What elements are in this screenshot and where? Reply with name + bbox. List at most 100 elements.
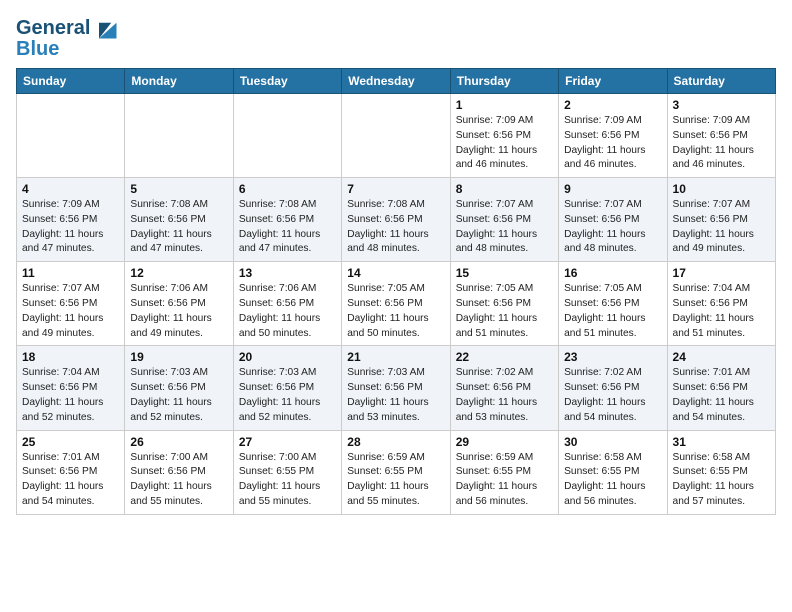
day-info: Sunrise: 7:09 AM Sunset: 6:56 PM Dayligh… [456,114,553,173]
calendar-cell: 10 Sunrise: 7:07 AM Sunset: 6:56 PM Dayli… [667,178,775,262]
day-info: Sunrise: 7:08 AM Sunset: 6:56 PM Dayligh… [239,198,336,257]
page: General Blue SundayMondayTuesdayWednesda… [0,0,792,612]
logo-icon [92,14,120,42]
day-number: 31 [673,435,770,449]
calendar-cell: 9 Sunrise: 7:07 AM Sunset: 6:56 PM Daylig… [559,178,667,262]
calendar-cell: 14 Sunrise: 7:05 AM Sunset: 6:56 PM Dayli… [342,262,450,346]
day-info: Sunrise: 7:07 AM Sunset: 6:56 PM Dayligh… [456,198,553,257]
day-info: Sunrise: 7:00 AM Sunset: 6:55 PM Dayligh… [239,451,336,510]
day-number: 8 [456,182,553,196]
day-number: 11 [22,266,119,280]
day-number: 26 [130,435,227,449]
day-number: 1 [456,98,553,112]
logo-text: General [16,17,90,39]
calendar-cell: 15Sunrise: 7:05 AM Sunset: 6:56 PM Dayli… [450,262,558,346]
day-info: Sunrise: 7:05 AM Sunset: 6:56 PM Dayligh… [347,282,444,341]
day-number: 21 [347,350,444,364]
calendar-cell: 3 Sunrise: 7:09 AM Sunset: 6:56 PM Daylig… [667,94,775,178]
calendar-cell: 21 Sunrise: 7:03 AM Sunset: 6:56 PM Dayli… [342,346,450,430]
day-info: Sunrise: 7:06 AM Sunset: 6:56 PM Dayligh… [130,282,227,341]
day-number: 25 [22,435,119,449]
calendar-cell: 27 Sunrise: 7:00 AM Sunset: 6:55 PM Dayli… [233,430,341,514]
logo: General Blue [16,14,120,60]
day-info: Sunrise: 7:02 AM Sunset: 6:56 PM Dayligh… [456,366,553,425]
day-info: Sunrise: 7:03 AM Sunset: 6:56 PM Dayligh… [347,366,444,425]
calendar-cell: 5Sunrise: 7:08 AM Sunset: 6:56 PM Daylig… [125,178,233,262]
calendar-cell: 24 Sunrise: 7:01 AM Sunset: 6:56 PM Dayli… [667,346,775,430]
day-info: Sunrise: 7:03 AM Sunset: 6:56 PM Dayligh… [239,366,336,425]
day-info: Sunrise: 7:07 AM Sunset: 6:56 PM Dayligh… [564,198,661,257]
weekday-thursday: Thursday [450,69,558,94]
day-info: Sunrise: 7:04 AM Sunset: 6:56 PM Dayligh… [673,282,770,341]
weekday-saturday: Saturday [667,69,775,94]
day-number: 16 [564,266,661,280]
day-number: 14 [347,266,444,280]
weekday-wednesday: Wednesday [342,69,450,94]
day-info: Sunrise: 7:03 AM Sunset: 6:56 PM Dayligh… [130,366,227,425]
weekday-sunday: Sunday [17,69,125,94]
calendar-cell: 26 Sunrise: 7:00 AM Sunset: 6:56 PM Dayli… [125,430,233,514]
day-info: Sunrise: 7:08 AM Sunset: 6:56 PM Dayligh… [347,198,444,257]
calendar-cell: 30Sunrise: 6:58 AM Sunset: 6:55 PM Dayli… [559,430,667,514]
day-number: 18 [22,350,119,364]
calendar-cell: 4 Sunrise: 7:09 AM Sunset: 6:56 PM Daylig… [17,178,125,262]
day-number: 27 [239,435,336,449]
weekday-tuesday: Tuesday [233,69,341,94]
day-info: Sunrise: 6:58 AM Sunset: 6:55 PM Dayligh… [673,451,770,510]
day-number: 20 [239,350,336,364]
day-info: Sunrise: 6:59 AM Sunset: 6:55 PM Dayligh… [347,451,444,510]
weekday-header-row: SundayMondayTuesdayWednesdayThursdayFrid… [17,69,776,94]
day-info: Sunrise: 7:01 AM Sunset: 6:56 PM Dayligh… [22,451,119,510]
header: General Blue [16,10,776,60]
day-number: 3 [673,98,770,112]
day-number: 24 [673,350,770,364]
day-info: Sunrise: 7:09 AM Sunset: 6:56 PM Dayligh… [673,114,770,173]
day-info: Sunrise: 7:09 AM Sunset: 6:56 PM Dayligh… [22,198,119,257]
day-number: 23 [564,350,661,364]
day-info: Sunrise: 7:01 AM Sunset: 6:56 PM Dayligh… [673,366,770,425]
day-number: 13 [239,266,336,280]
day-info: Sunrise: 7:07 AM Sunset: 6:56 PM Dayligh… [673,198,770,257]
week-row-4: 18 Sunrise: 7:04 AM Sunset: 6:56 PM Dayli… [17,346,776,430]
week-row-5: 25 Sunrise: 7:01 AM Sunset: 6:56 PM Dayli… [17,430,776,514]
calendar-cell: 11 Sunrise: 7:07 AM Sunset: 6:56 PM Dayli… [17,262,125,346]
calendar-cell: 31 Sunrise: 6:58 AM Sunset: 6:55 PM Dayli… [667,430,775,514]
day-number: 28 [347,435,444,449]
day-number: 6 [239,182,336,196]
day-number: 5 [130,182,227,196]
calendar-cell: 28 Sunrise: 6:59 AM Sunset: 6:55 PM Dayli… [342,430,450,514]
day-number: 22 [456,350,553,364]
day-info: Sunrise: 7:05 AM Sunset: 6:56 PM Dayligh… [564,282,661,341]
calendar-cell: 25 Sunrise: 7:01 AM Sunset: 6:56 PM Dayli… [17,430,125,514]
calendar-cell: 2 Sunrise: 7:09 AM Sunset: 6:56 PM Daylig… [559,94,667,178]
week-row-3: 11 Sunrise: 7:07 AM Sunset: 6:56 PM Dayli… [17,262,776,346]
day-info: Sunrise: 7:09 AM Sunset: 6:56 PM Dayligh… [564,114,661,173]
day-number: 4 [22,182,119,196]
calendar-cell: 13 Sunrise: 7:06 AM Sunset: 6:56 PM Dayli… [233,262,341,346]
day-info: Sunrise: 7:00 AM Sunset: 6:56 PM Dayligh… [130,451,227,510]
calendar-table: SundayMondayTuesdayWednesdayThursdayFrid… [16,68,776,515]
day-info: Sunrise: 6:59 AM Sunset: 6:55 PM Dayligh… [456,451,553,510]
day-info: Sunrise: 7:04 AM Sunset: 6:56 PM Dayligh… [22,366,119,425]
day-number: 2 [564,98,661,112]
calendar-cell: 18 Sunrise: 7:04 AM Sunset: 6:56 PM Dayli… [17,346,125,430]
calendar-cell: 12 Sunrise: 7:06 AM Sunset: 6:56 PM Dayli… [125,262,233,346]
calendar-cell [342,94,450,178]
calendar-cell [233,94,341,178]
calendar-cell: 8 Sunrise: 7:07 AM Sunset: 6:56 PM Daylig… [450,178,558,262]
day-number: 12 [130,266,227,280]
day-number: 10 [673,182,770,196]
calendar-cell [125,94,233,178]
day-number: 15 [456,266,553,280]
day-number: 9 [564,182,661,196]
day-number: 17 [673,266,770,280]
day-info: Sunrise: 7:06 AM Sunset: 6:56 PM Dayligh… [239,282,336,341]
calendar-cell: 17 Sunrise: 7:04 AM Sunset: 6:56 PM Dayli… [667,262,775,346]
calendar-cell [17,94,125,178]
day-info: Sunrise: 7:07 AM Sunset: 6:56 PM Dayligh… [22,282,119,341]
calendar-cell: 19Sunrise: 7:03 AM Sunset: 6:56 PM Dayli… [125,346,233,430]
day-number: 30 [564,435,661,449]
week-row-1: 1 Sunrise: 7:09 AM Sunset: 6:56 PM Daylig… [17,94,776,178]
calendar-cell: 16 Sunrise: 7:05 AM Sunset: 6:56 PM Dayli… [559,262,667,346]
weekday-friday: Friday [559,69,667,94]
